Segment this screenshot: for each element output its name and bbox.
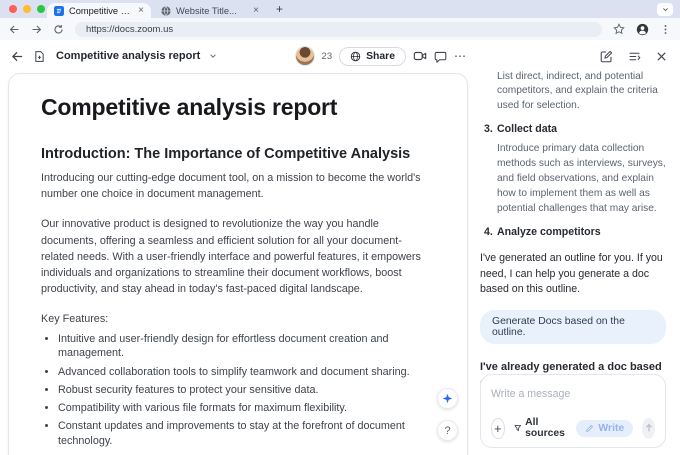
browser-menu-icon[interactable] (660, 24, 671, 35)
more-options-icon[interactable]: ⋯ (454, 49, 466, 63)
outline-number: 3. (484, 123, 497, 135)
share-button[interactable]: Share (339, 47, 406, 66)
document-content: Competitive analysis report Introduction… (9, 74, 467, 455)
doc-title-chevron-down-icon[interactable] (209, 52, 217, 60)
reload-icon[interactable] (53, 24, 64, 35)
tab-title: Website Title... (176, 6, 248, 16)
user-message-bubble: Generate Docs based on the outline. (480, 310, 666, 344)
message-input[interactable] (491, 388, 655, 400)
outline-item-3-desc: Introduce primary data collection method… (497, 142, 666, 216)
browser-profile-icon[interactable] (636, 23, 649, 36)
assistant-message: I've generated an outline for you. If yo… (480, 251, 666, 297)
new-doc-icon[interactable] (33, 50, 46, 63)
chat-thread: List direct, indirect, and potential com… (480, 70, 666, 387)
write-mode-button[interactable]: Write (576, 420, 633, 437)
tab-strip: Competitive analysis report × Website Ti… (0, 0, 680, 18)
list-item: Advanced collaboration tools to simplify… (58, 365, 433, 380)
browser-window: Competitive analysis report × Website Ti… (0, 0, 680, 455)
tab-close-icon[interactable]: × (253, 6, 259, 16)
url-text: https://docs.zoom.us (86, 24, 173, 35)
collaborator-count: 23 (322, 51, 333, 62)
intro-paragraph-2: Our innovative product is designed to re… (41, 216, 433, 297)
intro-paragraph-1: Introducing our cutting-edge document to… (41, 170, 433, 202)
minimize-window-button[interactable] (23, 5, 31, 13)
all-sources-filter[interactable]: All sources (514, 417, 568, 439)
tab-close-icon[interactable]: × (138, 6, 144, 16)
tab-competitive-analysis[interactable]: Competitive analysis report × (47, 3, 151, 18)
pencil-icon (585, 424, 594, 433)
list-item: Intuitive and user-friendly design for e… (58, 332, 433, 362)
window-controls (9, 5, 45, 13)
doc-favicon-icon (54, 6, 64, 16)
document-heading: Competitive analysis report (41, 94, 433, 121)
maximize-window-button[interactable] (37, 5, 45, 13)
list-item: Constant updates and improvements to sta… (58, 419, 433, 449)
tab-search-button[interactable] (657, 3, 673, 16)
help-button[interactable]: ? (437, 420, 458, 441)
close-panel-icon[interactable] (656, 51, 667, 62)
url-bar[interactable]: https://docs.zoom.us (75, 22, 602, 37)
add-attachment-button[interactable]: + (491, 418, 505, 439)
list-item: Robust security features to protect your… (58, 383, 433, 398)
outline-item-3: 3. Collect data (480, 123, 666, 135)
list-item: Compatibility with various file formats … (58, 401, 433, 416)
outline-fragment: List direct, indirect, and potential com… (497, 70, 666, 113)
zoom-docs-app: Competitive analysis report 23 Share ⋯ (0, 40, 680, 455)
composer-actions: + All sources Write (491, 417, 655, 439)
video-meeting-icon[interactable] (413, 49, 427, 63)
outline-title: Collect data (497, 123, 557, 135)
assistant-panel-header (600, 40, 667, 72)
send-message-button[interactable] (642, 418, 655, 439)
message-composer: + All sources Write (480, 374, 666, 448)
key-features-label: Key Features: (41, 311, 433, 327)
write-label: Write (598, 423, 624, 434)
forward-icon[interactable] (31, 24, 42, 35)
compose-icon[interactable] (600, 50, 613, 63)
collaborator-avatar[interactable] (295, 46, 315, 66)
doc-title[interactable]: Competitive analysis report (56, 50, 200, 62)
outline-title: Analyze competitors (497, 226, 601, 238)
bookmark-star-icon[interactable] (613, 23, 625, 35)
user-message-row: Generate Docs based on the outline. (480, 310, 666, 344)
tab-website-title[interactable]: Website Title... × (154, 3, 266, 18)
new-tab-button[interactable]: + (276, 2, 283, 16)
collaboration-group: 23 Share ⋯ (295, 40, 466, 72)
ai-companion-button[interactable] (437, 388, 458, 409)
all-sources-label: All sources (525, 417, 567, 439)
outline-number: 4. (484, 226, 497, 238)
globe-favicon-icon (161, 6, 171, 16)
back-icon[interactable] (9, 24, 20, 35)
filter-funnel-icon (514, 423, 522, 433)
close-window-button[interactable] (9, 5, 17, 13)
comments-icon[interactable] (434, 50, 447, 63)
tab-title: Competitive analysis report (69, 6, 133, 16)
intro-heading: Introduction: The Importance of Competit… (41, 146, 433, 162)
key-features-list: Intuitive and user-friendly design for e… (41, 332, 433, 449)
document-page[interactable]: Competitive analysis report Introduction… (8, 73, 468, 455)
ai-assistant-panel: List direct, indirect, and potential com… (470, 70, 680, 455)
conversation-history-icon[interactable] (628, 50, 641, 63)
share-label: Share (366, 51, 395, 62)
back-arrow-icon[interactable] (11, 50, 24, 63)
outline-item-4: 4. Analyze competitors (480, 226, 666, 238)
browser-toolbar: https://docs.zoom.us (0, 18, 680, 40)
doc-toolbar: Competitive analysis report 23 Share ⋯ (0, 40, 680, 72)
